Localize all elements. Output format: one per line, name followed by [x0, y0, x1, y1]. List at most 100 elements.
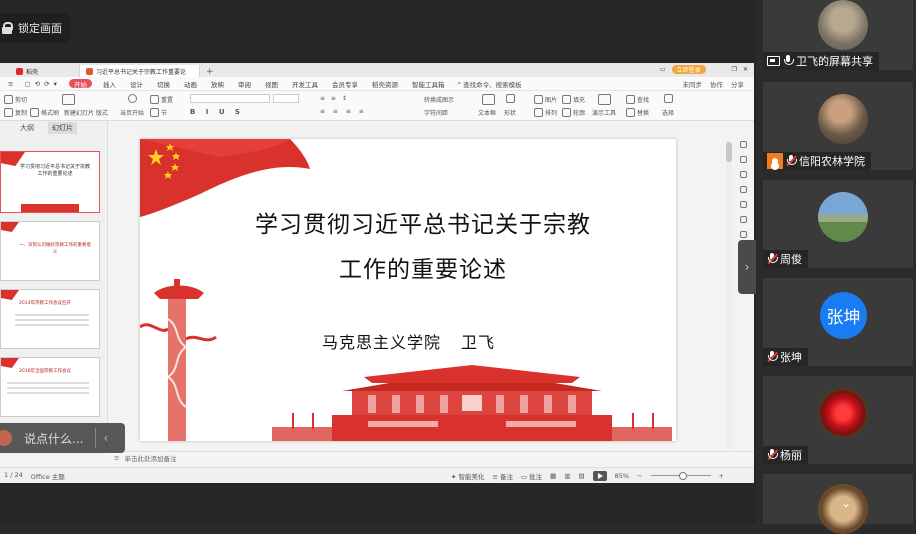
align-buttons[interactable]: ≡ ≡ ≡ ≡: [320, 108, 367, 115]
vertical-scrollbar[interactable]: [726, 140, 732, 450]
share-button[interactable]: 分享: [731, 79, 744, 89]
participant-tile[interactable]: 信阳农林学院: [763, 82, 913, 170]
reset-button[interactable]: 重置: [150, 95, 173, 104]
menu-resources[interactable]: 稻壳资源: [365, 77, 405, 91]
tool-icon-1[interactable]: [739, 141, 747, 148]
menu-home[interactable]: 开始: [68, 79, 92, 89]
menu-developer[interactable]: 开发工具: [285, 77, 325, 91]
toggle-sidebar-button[interactable]: ›: [738, 240, 756, 294]
tab-document[interactable]: 习近平总书记关于宗教工作重要论述: [80, 65, 200, 77]
find-button[interactable]: 查找: [626, 95, 649, 104]
participant-tile[interactable]: 杨丽: [763, 376, 913, 464]
shape-button[interactable]: 形状: [504, 108, 516, 117]
menu-smart-tools[interactable]: 智能工具箱: [405, 77, 452, 91]
fill-button[interactable]: 填充: [562, 95, 585, 104]
play-current-button[interactable]: 当页开始: [120, 108, 144, 117]
menu-insert[interactable]: 插入: [96, 77, 123, 91]
picture-button[interactable]: 图片: [534, 95, 557, 104]
convert-smart-button[interactable]: 转换成图示: [424, 95, 454, 104]
restore-icon[interactable]: ❐: [732, 66, 737, 73]
menu-vip[interactable]: 会员专享: [325, 77, 365, 91]
char-spacing-button[interactable]: 字符间距: [424, 108, 448, 117]
current-slide[interactable]: 学习贯彻习近平总书记关于宗教 工作的重要论述 马克思主义学院 卫飞: [140, 139, 676, 441]
slide-thumb-1[interactable]: 学习贯彻习近平总书记关于宗教工作的重要论述: [0, 151, 100, 213]
tool-icon-4[interactable]: [739, 186, 747, 193]
notes-toggle[interactable]: ≡ 备注: [492, 471, 513, 481]
participant-tile[interactable]: 周俊: [763, 180, 913, 268]
menu-review[interactable]: 审阅: [231, 77, 258, 91]
window-menu-icon[interactable]: ▭: [660, 66, 666, 73]
quick-tools[interactable]: ▢ ⟲ ⟳ ▾: [17, 77, 65, 91]
copy-button[interactable]: 复制: [4, 108, 27, 117]
tab-slides[interactable]: 幻灯片: [48, 122, 77, 134]
menu-transition[interactable]: 切换: [150, 77, 177, 91]
reading-view-icon[interactable]: ▤: [578, 472, 584, 480]
chevron-down-icon[interactable]: ⌄: [837, 496, 855, 510]
slide-thumb-3[interactable]: 2014年宗教工作会议召开: [0, 289, 100, 349]
play-slideshow-button[interactable]: [592, 470, 607, 481]
command-search[interactable]: ⌕ 查找命令、搜索模板: [451, 79, 521, 89]
participant-label: 周俊: [763, 250, 808, 268]
new-slide-button[interactable]: 新建幻灯片: [64, 108, 94, 117]
tiananmen-graphic: [272, 365, 672, 441]
text-box-button[interactable]: 文本框: [478, 108, 496, 117]
select-button[interactable]: 选择: [662, 108, 674, 117]
sorter-view-icon[interactable]: ▥: [564, 472, 570, 480]
participant-tile[interactable]: 卫飞的屏幕共享: [763, 0, 913, 70]
login-button[interactable]: 立即登录: [671, 65, 706, 74]
tool-icon-5[interactable]: [739, 201, 747, 208]
notes-collapse-icon[interactable]: ≡: [114, 454, 119, 462]
text-box-icon-area: [482, 94, 495, 105]
panel-tabs: 大纲 幻灯片: [0, 121, 107, 135]
play-icon-area: [128, 94, 137, 103]
cut-button[interactable]: 剪切: [4, 95, 27, 104]
paragraph-buttons[interactable]: ≡ ≡ ↕: [320, 95, 349, 102]
select-icon-area: [664, 94, 673, 103]
tool-icon-6[interactable]: [739, 216, 747, 223]
collapse-chevron-icon[interactable]: ‹: [103, 431, 108, 445]
section-button[interactable]: 节: [150, 108, 167, 117]
slide-subtitle[interactable]: 马克思主义学院 卫飞: [322, 329, 495, 353]
zoom-out-icon[interactable]: −: [637, 472, 642, 480]
menu-animation[interactable]: 动画: [177, 77, 204, 91]
layout-button[interactable]: 版式: [96, 108, 108, 117]
comment-toggle[interactable]: ▭ 批注: [521, 471, 542, 481]
present-tool-button[interactable]: 演示工具: [592, 108, 616, 117]
arrange-button[interactable]: 排列: [534, 108, 557, 117]
menu-slideshow[interactable]: 放映: [204, 77, 231, 91]
close-window-icon[interactable]: ✕: [743, 66, 748, 73]
new-slide-icon-area[interactable]: [62, 94, 75, 105]
zoom-in-icon[interactable]: +: [719, 472, 724, 480]
zoom-slider[interactable]: [650, 472, 711, 480]
font-name-select[interactable]: [190, 94, 270, 103]
sync-status[interactable]: 未同步: [683, 79, 703, 89]
text-format-buttons[interactable]: B I U S: [190, 108, 244, 116]
scroll-thumb[interactable]: [726, 142, 732, 162]
tab-daoke[interactable]: 稻壳: [10, 65, 80, 77]
menu-design[interactable]: 设计: [123, 77, 150, 91]
notes-bar[interactable]: ≡ 单击此处添加备注: [108, 451, 754, 463]
collab-button[interactable]: 协作: [710, 79, 723, 89]
slide-title[interactable]: 学习贯彻习近平总书记关于宗教 工作的重要论述: [180, 203, 666, 293]
fill-icon: [562, 95, 571, 104]
new-tab-button[interactable]: +: [200, 67, 220, 77]
outline-button[interactable]: 轮廓: [562, 108, 585, 117]
slide-thumb-4[interactable]: 2016年全国宗教工作会议: [0, 357, 100, 417]
slide-thumb-2[interactable]: 一、深刻认识做好宗教工作的重要意义: [0, 221, 100, 281]
chat-input[interactable]: 说点什么... ‹: [0, 423, 125, 453]
format-painter-button[interactable]: 格式刷: [30, 108, 59, 117]
menu-view[interactable]: 视图: [258, 77, 285, 91]
lock-screen-button[interactable]: 锁定画面: [0, 13, 70, 43]
tool-icon-3[interactable]: [739, 171, 747, 178]
font-size-select[interactable]: [273, 94, 299, 103]
zoom-level[interactable]: 85%: [615, 472, 629, 480]
replace-button[interactable]: 替换: [626, 108, 649, 117]
tool-icon-7[interactable]: [739, 231, 747, 238]
participant-tile[interactable]: 张坤 张坤: [763, 278, 913, 366]
beautify-button[interactable]: ✦ 智能美化: [451, 471, 485, 481]
normal-view-icon[interactable]: ▦: [550, 472, 556, 480]
tool-icon-2[interactable]: [739, 156, 747, 163]
replace-icon: [626, 108, 635, 117]
tab-outline[interactable]: 大纲: [20, 123, 34, 133]
menu-file-icon[interactable]: ≡: [4, 77, 17, 91]
